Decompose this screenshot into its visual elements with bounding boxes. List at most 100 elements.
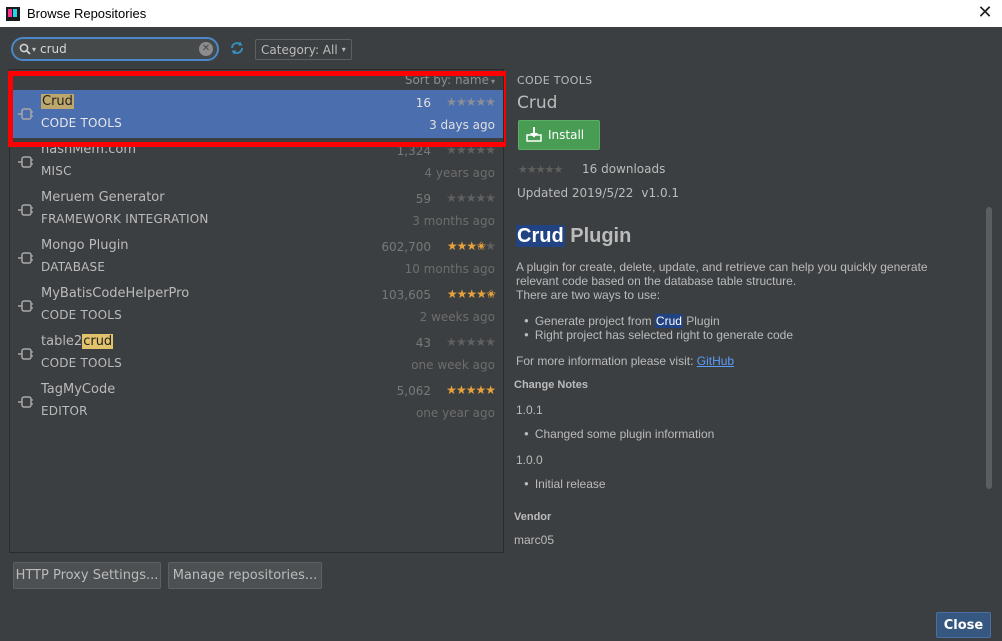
plugin-icon [17, 250, 33, 266]
vendor-title: Vendor [514, 511, 552, 523]
plugin-list-item[interactable]: Meruem Generator FRAMEWORK INTEGRATION 59 ★… [11, 186, 503, 234]
plugin-list-item[interactable]: Mongo Plugin DATABASE 602,700 ★★★✬★ 10 month… [11, 234, 503, 282]
change-note: Initial release [524, 477, 971, 491]
plugin-icon [17, 346, 33, 362]
change-version: 1.0.0 [516, 453, 543, 467]
plugin-list-item[interactable]: TagMyCode EDITOR 5,062 ★★★★★ one year ago [11, 378, 503, 426]
star-icon: ★ [465, 335, 477, 349]
sort-by-label: Sort by: name [404, 73, 489, 87]
plugin-icon [17, 154, 33, 170]
plugin-rating-stars: ★★★★★ [446, 143, 496, 157]
plugin-list-item[interactable]: Crud CODE TOOLS 16 ★★★★★ 3 days ago [11, 90, 503, 138]
search-field[interactable]: ▾ ✕ [11, 37, 219, 61]
window-close-icon[interactable]: ✕ [974, 2, 996, 24]
plugin-name: Crud [41, 94, 74, 109]
sort-by-dropdown[interactable]: Sort by: name ▾ [405, 73, 495, 87]
search-input[interactable] [40, 42, 199, 56]
chevron-down-icon: ▾ [490, 77, 495, 86]
plugin-name: MyBatisCodeHelperPro [41, 286, 190, 301]
plugin-name: Mongo Plugin [41, 238, 129, 253]
detail-rating-stars: ★★★★★ [518, 163, 563, 176]
star-icon: ★ [446, 191, 457, 205]
detail-plugin-name: Crud [517, 93, 558, 113]
plugin-list-item[interactable]: hashMem.com MISC 1,324 ★★★★★ 4 years ago [11, 138, 503, 186]
star-icon: ★ [455, 143, 467, 157]
star-icon: ★ [476, 287, 487, 301]
search-match: Crud [41, 94, 74, 109]
star-icon: ★ [475, 335, 486, 349]
plugin-rating-stars: ★★★★★ [446, 191, 496, 205]
star-icon: ★ [485, 383, 496, 397]
close-button[interactable]: Close [936, 612, 991, 638]
star-icon: ★ [475, 191, 486, 205]
plugin-downloads: 43 [415, 336, 431, 350]
star-icon: ★ [446, 143, 457, 157]
title-bar: Browse Repositories ✕ [0, 0, 1002, 27]
description-text: A plugin for create, delete, update, and… [516, 260, 928, 288]
more-info-text: For more information please visit: GitHu… [516, 354, 735, 368]
plugin-name: hashMem.com [41, 142, 136, 157]
heading-rest: Plugin [564, 225, 632, 247]
detail-category: CODE TOOLS [517, 74, 593, 87]
clear-search-icon[interactable]: ✕ [199, 42, 213, 56]
star-icon: ★ [446, 335, 457, 349]
plugin-downloads: 602,700 [381, 240, 431, 254]
plugin-rating-stars: ★★★✬★ [446, 239, 496, 253]
plugin-downloads: 5,062 [396, 384, 431, 398]
change-version: 1.0.1 [516, 403, 543, 417]
vendor-name: marc05 [514, 533, 555, 547]
plugin-detail-panel: CODE TOOLS Crud Install ★★★★★ 16 downloa… [506, 69, 994, 553]
star-icon: ★ [446, 95, 457, 109]
intellij-logo-icon [6, 6, 20, 21]
star-icon: ✬ [485, 287, 496, 301]
http-proxy-settings-button[interactable]: HTTP Proxy Settings... [13, 562, 161, 589]
plugin-category: EDITOR [41, 404, 88, 418]
plugin-icon [17, 202, 33, 218]
plugin-category: MISC [41, 164, 72, 178]
plugin-category: CODE TOOLS [41, 356, 122, 370]
plugin-downloads: 1,324 [396, 144, 431, 158]
download-icon [526, 126, 542, 145]
install-label: Install [548, 128, 585, 142]
plugin-list[interactable]: Sort by: name ▾ Crud CODE TOOLS 16 ★★★★★ 3 da… [9, 69, 504, 553]
star-icon: ★ [455, 95, 467, 109]
plugin-updated: one year ago [415, 406, 495, 420]
github-link[interactable]: GitHub [697, 354, 734, 368]
plugin-icon [17, 394, 33, 410]
star-icon: ★ [446, 239, 458, 253]
plugin-list-item[interactable]: MyBatisCodeHelperPro CODE TOOLS 103,605 ★★★… [11, 282, 503, 330]
plugin-rating-stars: ★★★★★ [446, 95, 496, 109]
description-heading: Crud Plugin [516, 225, 971, 248]
star-icon: ★ [456, 239, 468, 253]
plugin-updated: 4 years ago [424, 166, 495, 180]
category-dropdown[interactable]: Category: All ▾ [255, 39, 352, 60]
star-icon: ★ [485, 95, 496, 109]
heading-search-match: Crud [516, 225, 565, 247]
change-note: Changed some plugin information [524, 427, 971, 441]
plugin-updated: 3 months ago [412, 214, 495, 228]
plugin-rating-stars: ★★★★★ [446, 383, 496, 397]
star-icon: ★ [446, 383, 457, 397]
star-icon: ★ [475, 95, 486, 109]
detail-version: v1.0.1 [641, 186, 680, 200]
star-icon: ★ [446, 287, 458, 301]
plugin-list-item[interactable]: table2crud CODE TOOLS 43 ★★★★★ one week ago [11, 330, 503, 378]
star-icon: ★ [465, 383, 477, 397]
search-match: Crud [654, 314, 683, 328]
star-icon: ★ [475, 143, 486, 157]
plugin-downloads: 103,605 [381, 288, 431, 302]
plugin-category: FRAMEWORK INTEGRATION [41, 212, 209, 226]
scrollbar-thumb[interactable] [986, 207, 992, 489]
plugin-name: Meruem Generator [41, 190, 165, 205]
manage-repositories-button[interactable]: Manage repositories... [168, 562, 322, 589]
star-icon: ★ [455, 383, 467, 397]
search-match: crud [82, 334, 114, 349]
star-icon: ★ [475, 383, 486, 397]
star-icon: ★ [455, 191, 467, 205]
description-scroll-area[interactable]: Crud Plugin A plugin for create, delete,… [506, 207, 994, 553]
star-icon: ✬ [476, 239, 486, 253]
refresh-icon[interactable] [229, 40, 245, 56]
install-button[interactable]: Install [518, 120, 600, 150]
plugin-name: TagMyCode [41, 382, 116, 397]
search-history-chevron-icon[interactable]: ▾ [32, 45, 36, 54]
